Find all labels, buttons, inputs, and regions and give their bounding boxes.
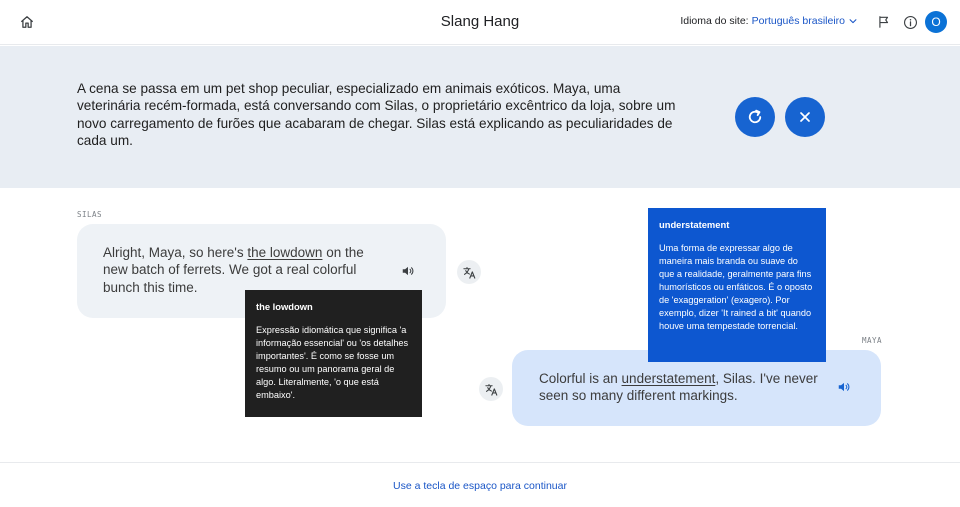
home-button[interactable] bbox=[17, 12, 37, 32]
tooltip-the-lowdown: the lowdown Expressão idiomática que sig… bbox=[245, 290, 422, 417]
term-understatement[interactable]: understatement bbox=[622, 371, 716, 386]
tooltip-body: Expressão idiomática que significa 'a in… bbox=[256, 325, 409, 400]
info-icon bbox=[903, 15, 917, 29]
tooltip-title: the lowdown bbox=[256, 301, 313, 312]
translate-icon bbox=[484, 383, 497, 396]
tooltip-body: Uma forma de expressar algo de maneira m… bbox=[659, 243, 813, 331]
continue-link[interactable]: Use a tecla de espaço para continuar bbox=[0, 480, 960, 492]
translate-icon bbox=[462, 266, 475, 279]
scene-banner: A cena se passa em um pet shop peculiar,… bbox=[0, 46, 960, 188]
speaker-label-maya: MAYA bbox=[862, 336, 883, 345]
refresh-scene-button[interactable] bbox=[735, 97, 775, 137]
speaker-icon bbox=[402, 266, 414, 276]
avatar-initial: O bbox=[931, 15, 941, 29]
play-audio-silas-button[interactable] bbox=[399, 262, 417, 280]
play-audio-maya-button[interactable] bbox=[835, 378, 853, 396]
term-the-lowdown[interactable]: the lowdown bbox=[247, 245, 322, 260]
close-scene-button[interactable] bbox=[785, 97, 825, 137]
flag-icon bbox=[879, 16, 889, 28]
message-text-silas: Alright, Maya, so here's the lowdown on … bbox=[103, 244, 373, 296]
site-language: Idioma do site: Português brasileiro bbox=[680, 15, 858, 27]
site-language-label: Idioma do site: bbox=[680, 15, 749, 27]
scene-description: A cena se passa em um pet shop peculiar,… bbox=[77, 81, 676, 149]
top-bar: Slang Hang Idioma do site: Português bra… bbox=[0, 0, 960, 45]
info-button[interactable] bbox=[901, 13, 919, 31]
refresh-icon bbox=[748, 109, 762, 124]
avatar[interactable]: O bbox=[925, 11, 947, 33]
language-selector-value: Português brasileiro bbox=[751, 15, 845, 27]
speaker-icon bbox=[838, 382, 850, 392]
message-text-maya-start: Colorful is an bbox=[539, 371, 622, 386]
close-icon bbox=[800, 112, 810, 122]
tooltip-title: understatement bbox=[659, 219, 730, 230]
report-button[interactable] bbox=[875, 13, 893, 31]
tooltip-understatement: understatement Uma forma de expressar al… bbox=[648, 208, 826, 362]
language-selector[interactable]: Português brasileiro bbox=[752, 15, 858, 27]
chevron-down-icon bbox=[849, 19, 857, 24]
message-text-silas-start: Alright, Maya, so here's bbox=[103, 245, 248, 260]
speaker-label-silas: SILAS bbox=[77, 210, 103, 219]
translate-silas-button[interactable] bbox=[457, 260, 481, 284]
home-icon bbox=[21, 16, 33, 28]
translate-maya-button[interactable] bbox=[479, 377, 503, 401]
footer: Use a tecla de espaço para continuar bbox=[0, 462, 960, 507]
message-text-maya: Colorful is an understatement, Silas. I'… bbox=[539, 370, 829, 405]
